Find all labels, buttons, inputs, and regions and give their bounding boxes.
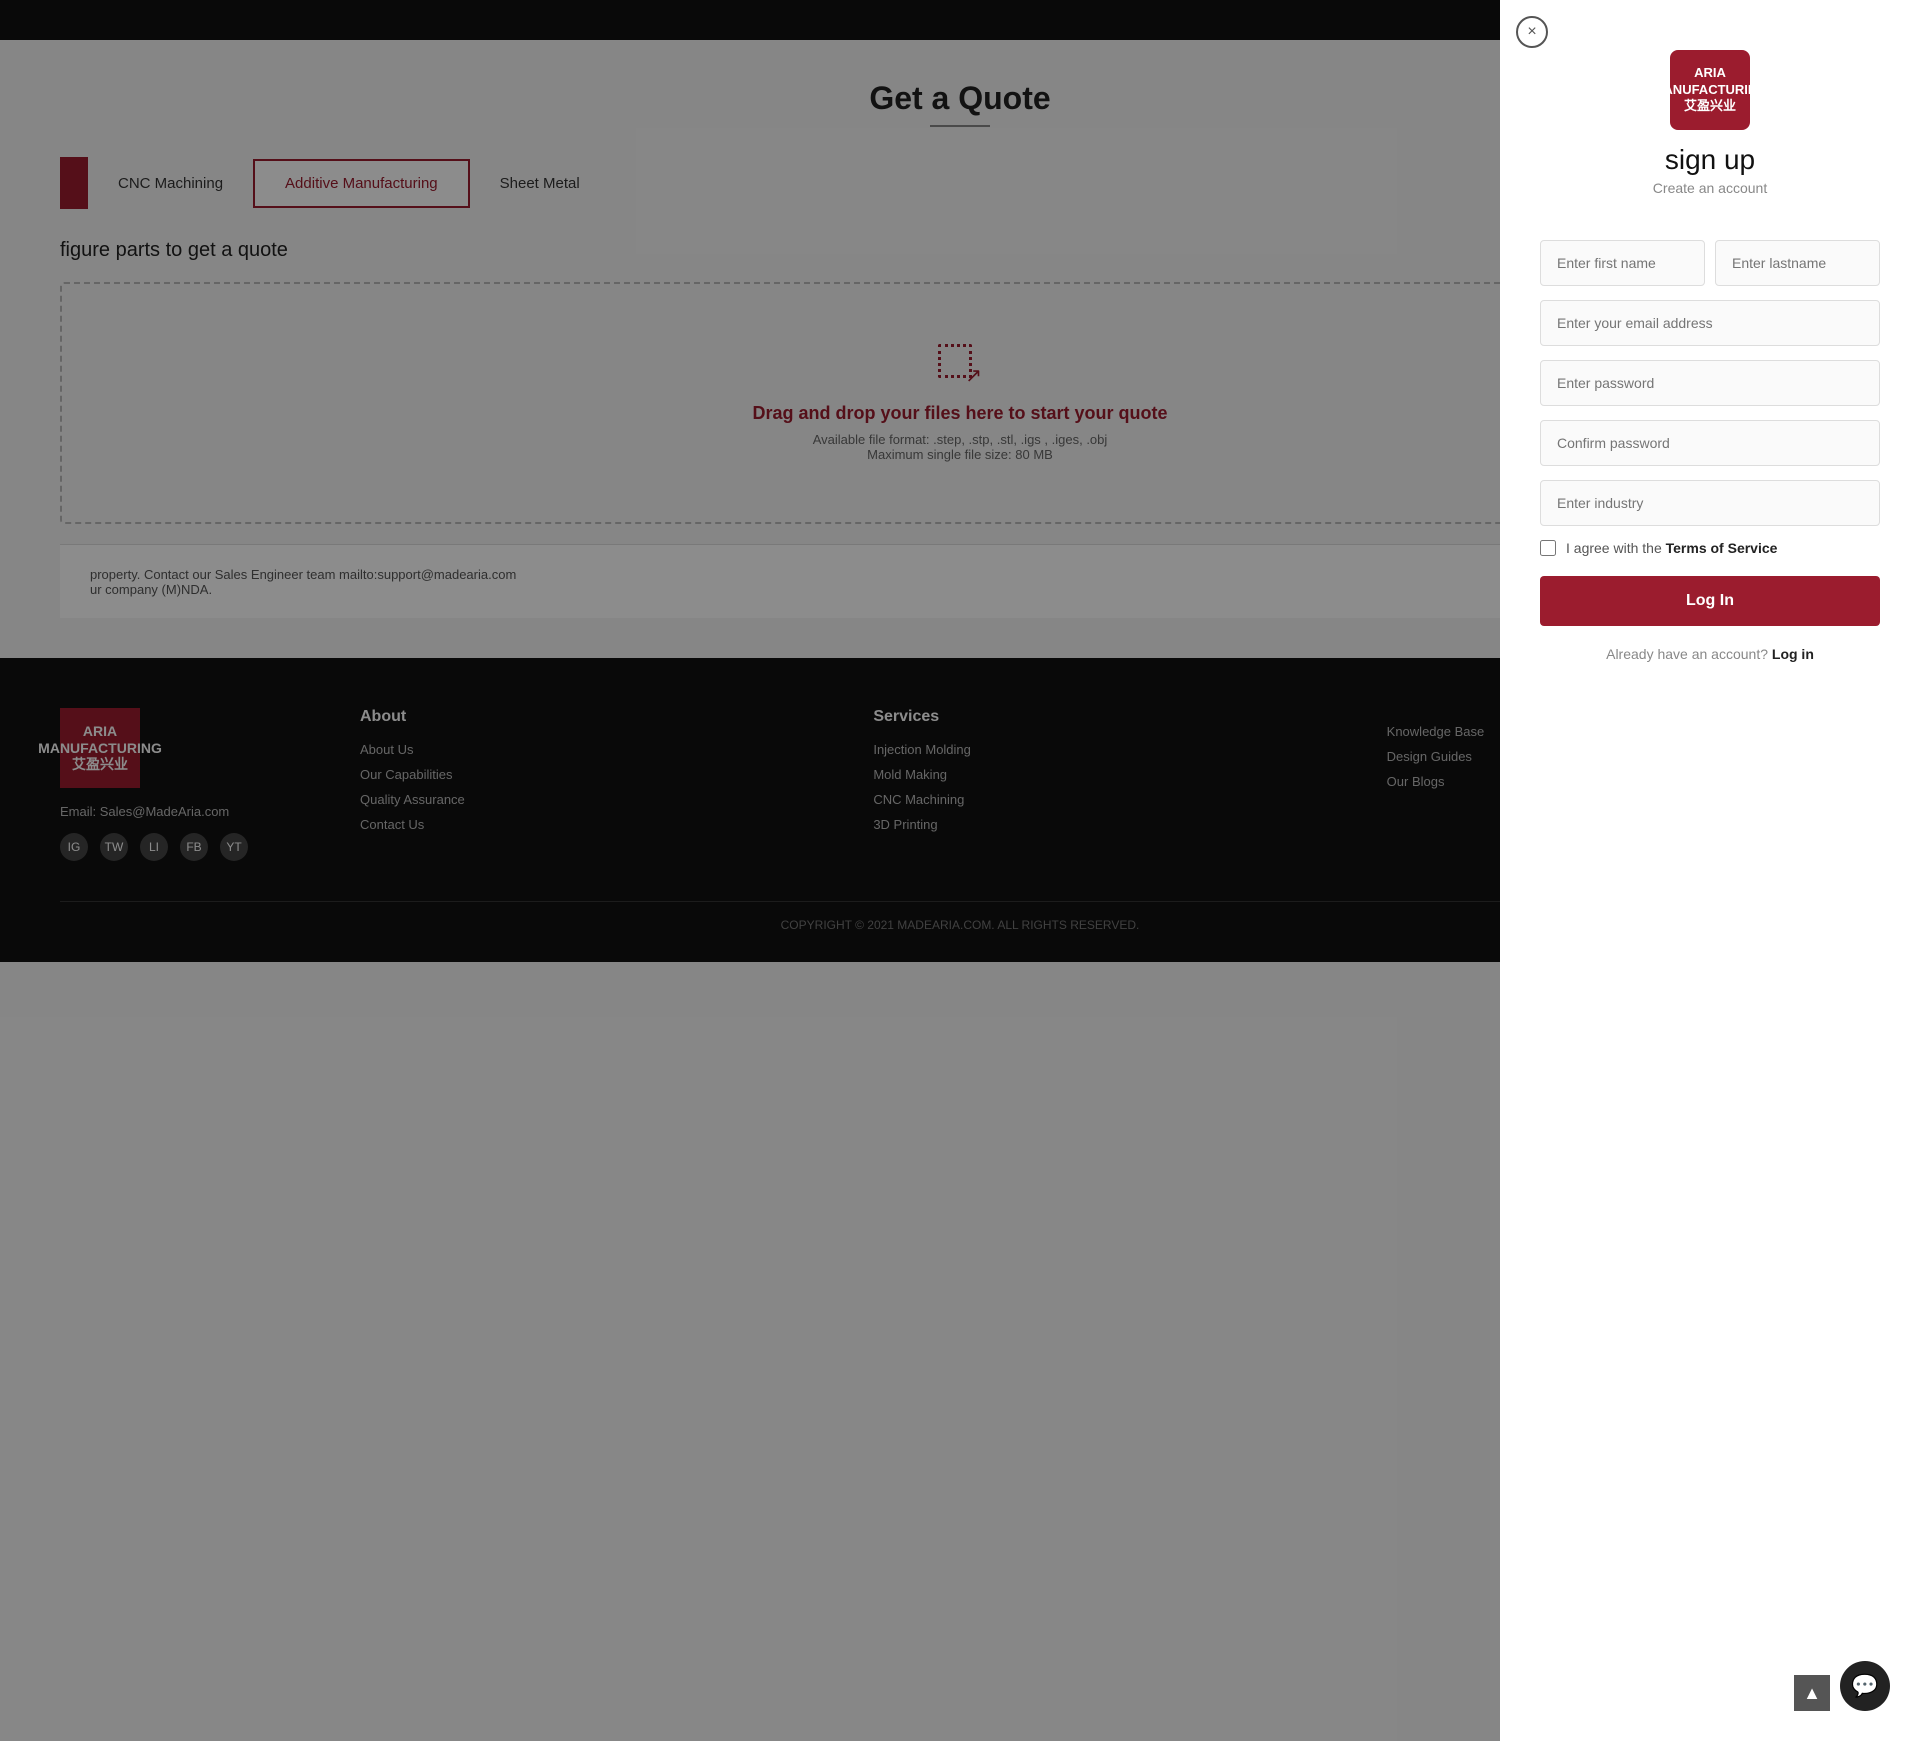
confirm-password-input[interactable] [1540,420,1880,466]
modal-logo-box: ARIA MANUFACTURING 艾盈兴业 [1670,50,1750,130]
modal-logo-inner: ARIA MANUFACTURING 艾盈兴业 [1653,65,1768,116]
terms-link[interactable]: Terms of Service [1666,540,1778,556]
terms-text: I agree with the Terms of Service [1566,540,1777,556]
email-input[interactable] [1540,300,1880,346]
chat-icon: 💬 [1851,1673,1878,1699]
login-button[interactable]: Log In [1540,576,1880,626]
confirm-password-group [1540,420,1880,466]
industry-input[interactable] [1540,480,1880,526]
password-group [1540,360,1880,406]
name-row [1540,240,1880,286]
already-account: Already have an account? Log in [1540,646,1880,662]
signup-modal: × ARIA MANUFACTURING 艾盈兴业 sign up Create… [1500,0,1920,1741]
password-input[interactable] [1540,360,1880,406]
industry-group [1540,480,1880,526]
terms-checkbox[interactable] [1540,540,1556,556]
modal-subtitle: Create an account [1653,180,1767,196]
scroll-top-icon: ▲ [1803,1683,1821,1704]
login-link[interactable]: Log in [1772,646,1814,662]
terms-row: I agree with the Terms of Service [1540,540,1880,556]
first-name-input[interactable] [1540,240,1705,286]
chat-button[interactable]: 💬 [1840,1661,1890,1711]
last-name-input[interactable] [1715,240,1880,286]
modal-close-button[interactable]: × [1516,16,1548,48]
scroll-top-button[interactable]: ▲ [1794,1675,1830,1711]
close-icon: × [1527,23,1536,41]
modal-title: sign up [1665,144,1755,176]
email-group [1540,300,1880,346]
modal-logo-area: ARIA MANUFACTURING 艾盈兴业 sign up Create a… [1540,50,1880,220]
